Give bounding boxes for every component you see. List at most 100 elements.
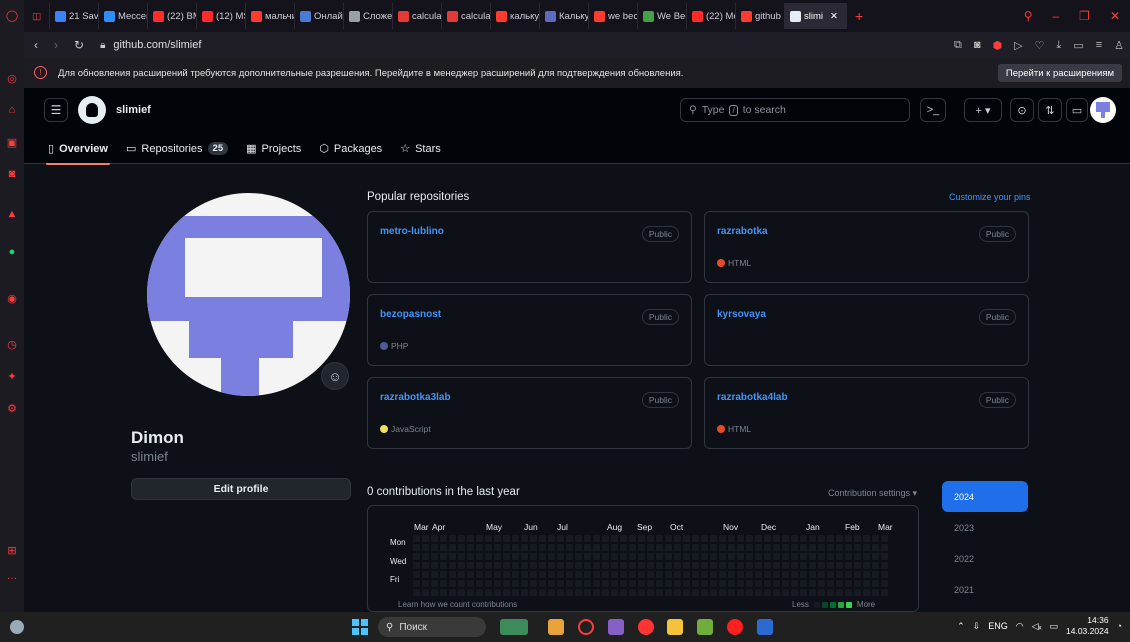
contribution-day-cell[interactable] <box>521 544 528 551</box>
contribution-day-cell[interactable] <box>665 535 672 542</box>
contribution-day-cell[interactable] <box>449 544 456 551</box>
contribution-day-cell[interactable] <box>710 535 717 542</box>
contribution-day-cell[interactable] <box>800 535 807 542</box>
edit-profile-button[interactable]: Edit profile <box>131 478 351 500</box>
contribution-day-cell[interactable] <box>863 544 870 551</box>
repo-name-link[interactable]: metro-lublino <box>380 226 444 237</box>
contribution-day-cell[interactable] <box>836 535 843 542</box>
contribution-day-cell[interactable] <box>458 553 465 560</box>
contribution-day-cell[interactable] <box>665 589 672 596</box>
contribution-day-cell[interactable] <box>728 589 735 596</box>
contribution-day-cell[interactable] <box>719 553 726 560</box>
contribution-day-cell[interactable] <box>647 553 654 560</box>
contribution-day-cell[interactable] <box>467 562 474 569</box>
contribution-day-cell[interactable] <box>413 580 420 587</box>
contribution-day-cell[interactable] <box>584 589 591 596</box>
contribution-day-cell[interactable] <box>737 571 744 578</box>
start-icon[interactable] <box>352 619 368 635</box>
contribution-day-cell[interactable] <box>728 562 735 569</box>
contribution-day-cell[interactable] <box>836 589 843 596</box>
contribution-day-cell[interactable] <box>656 544 663 551</box>
contribution-day-cell[interactable] <box>755 580 762 587</box>
contribution-day-cell[interactable] <box>692 535 699 542</box>
contribution-day-cell[interactable] <box>530 544 537 551</box>
word-icon[interactable] <box>757 619 773 635</box>
tab-projects[interactable]: ▦ Projects <box>246 134 301 164</box>
contribution-day-cell[interactable] <box>629 553 636 560</box>
contribution-day-cell[interactable] <box>467 571 474 578</box>
contribution-day-cell[interactable] <box>629 571 636 578</box>
contribution-day-cell[interactable] <box>683 580 690 587</box>
contribution-day-cell[interactable] <box>530 562 537 569</box>
contribution-day-cell[interactable] <box>557 535 564 542</box>
visual-studio-icon[interactable] <box>608 619 624 635</box>
contribution-day-cell[interactable] <box>836 544 843 551</box>
contribution-day-cell[interactable] <box>881 589 888 596</box>
contribution-day-cell[interactable] <box>458 571 465 578</box>
contribution-day-cell[interactable] <box>674 580 681 587</box>
contribution-day-cell[interactable] <box>593 580 600 587</box>
contribution-day-cell[interactable] <box>521 535 528 542</box>
contribution-day-cell[interactable] <box>584 544 591 551</box>
contribution-day-cell[interactable] <box>458 535 465 542</box>
contribution-day-cell[interactable] <box>782 589 789 596</box>
contribution-day-cell[interactable] <box>512 553 519 560</box>
snapshot-icon[interactable]: ⧉ <box>954 39 962 52</box>
contribution-day-cell[interactable] <box>692 571 699 578</box>
contribution-day-cell[interactable] <box>755 571 762 578</box>
contribution-day-cell[interactable] <box>503 535 510 542</box>
browser-tab[interactable]: (22) Мо <box>687 3 736 29</box>
contribution-day-cell[interactable] <box>647 544 654 551</box>
contribution-day-cell[interactable] <box>593 571 600 578</box>
contribution-day-cell[interactable] <box>467 589 474 596</box>
contribution-day-cell[interactable] <box>719 580 726 587</box>
contribution-day-cell[interactable] <box>773 589 780 596</box>
opera-gx-icon[interactable] <box>727 619 743 635</box>
contribution-day-cell[interactable] <box>494 571 501 578</box>
contribution-day-cell[interactable] <box>728 571 735 578</box>
contribution-day-cell[interactable] <box>656 535 663 542</box>
contribution-day-cell[interactable] <box>836 553 843 560</box>
contribution-day-cell[interactable] <box>566 589 573 596</box>
more-icon[interactable]: … <box>0 567 24 585</box>
contribution-day-cell[interactable] <box>818 562 825 569</box>
contribution-day-cell[interactable] <box>647 571 654 578</box>
repo-name-link[interactable]: bezopasnost <box>380 309 441 320</box>
camera-icon[interactable]: ◙ <box>974 39 981 52</box>
contribution-day-cell[interactable] <box>809 571 816 578</box>
contribution-day-cell[interactable] <box>413 544 420 551</box>
contribution-day-cell[interactable] <box>701 562 708 569</box>
contribution-day-cell[interactable] <box>647 535 654 542</box>
contribution-day-cell[interactable] <box>494 580 501 587</box>
contribution-day-cell[interactable] <box>611 562 618 569</box>
browser-tab[interactable]: 21 Sava <box>50 3 99 29</box>
inbox-button[interactable]: ▭ <box>1066 98 1088 122</box>
workspace-icon[interactable]: ◫ <box>24 3 50 29</box>
github-logo-icon[interactable] <box>78 96 106 124</box>
contribution-day-cell[interactable] <box>782 562 789 569</box>
vpn-icon[interactable]: ⬢ <box>992 39 1002 52</box>
browser-tab[interactable]: calculat <box>442 3 491 29</box>
contribution-day-cell[interactable] <box>485 589 492 596</box>
year-button[interactable]: 2022 <box>942 543 1028 574</box>
contribution-day-cell[interactable] <box>521 580 528 587</box>
contribution-day-cell[interactable] <box>431 580 438 587</box>
contribution-day-cell[interactable] <box>764 562 771 569</box>
contribution-day-cell[interactable] <box>458 562 465 569</box>
contribution-day-cell[interactable] <box>584 535 591 542</box>
contribution-day-cell[interactable] <box>719 571 726 578</box>
contribution-day-cell[interactable] <box>827 553 834 560</box>
contribution-day-cell[interactable] <box>494 553 501 560</box>
contribution-day-cell[interactable] <box>539 562 546 569</box>
contribution-day-cell[interactable] <box>692 544 699 551</box>
contribution-day-cell[interactable] <box>854 580 861 587</box>
go-to-extensions-button[interactable]: Перейти к расширениям <box>997 64 1122 82</box>
smiley-icon[interactable]: ☺ <box>321 362 349 390</box>
contribution-day-cell[interactable] <box>737 544 744 551</box>
contribution-day-cell[interactable] <box>863 535 870 542</box>
contribution-day-cell[interactable] <box>575 544 582 551</box>
contribution-day-cell[interactable] <box>782 553 789 560</box>
contribution-day-cell[interactable] <box>602 562 609 569</box>
contribution-day-cell[interactable] <box>557 553 564 560</box>
contribution-day-cell[interactable] <box>710 562 717 569</box>
